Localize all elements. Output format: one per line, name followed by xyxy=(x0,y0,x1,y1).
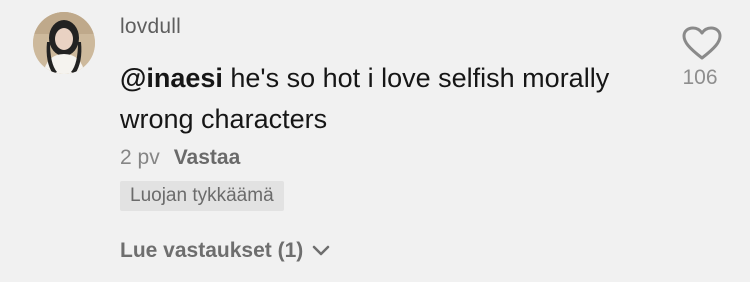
comment-age: 2 pv xyxy=(120,146,160,169)
avatar-image xyxy=(33,12,95,74)
comment-username[interactable]: lovdull xyxy=(120,15,181,39)
view-replies-button[interactable]: Lue vastaukset (1) xyxy=(120,239,331,263)
creator-liked-badge: Luojan tykkäämä xyxy=(120,181,284,211)
comment-meta: 2 pv Vastaa xyxy=(120,146,240,170)
view-replies-label: Lue vastaukset (1) xyxy=(120,239,304,262)
comment-text: @inaesi he's so hot i love selfish moral… xyxy=(120,58,670,140)
comment-item: lovdull @inaesi he's so hot i love selfi… xyxy=(0,0,750,282)
chevron-down-icon xyxy=(313,245,330,256)
reply-button[interactable]: Vastaa xyxy=(174,146,241,170)
mention-link[interactable]: @inaesi xyxy=(120,63,223,93)
heart-outline-icon[interactable] xyxy=(681,25,723,61)
like-count: 106 xyxy=(682,66,718,89)
avatar[interactable] xyxy=(33,12,95,74)
